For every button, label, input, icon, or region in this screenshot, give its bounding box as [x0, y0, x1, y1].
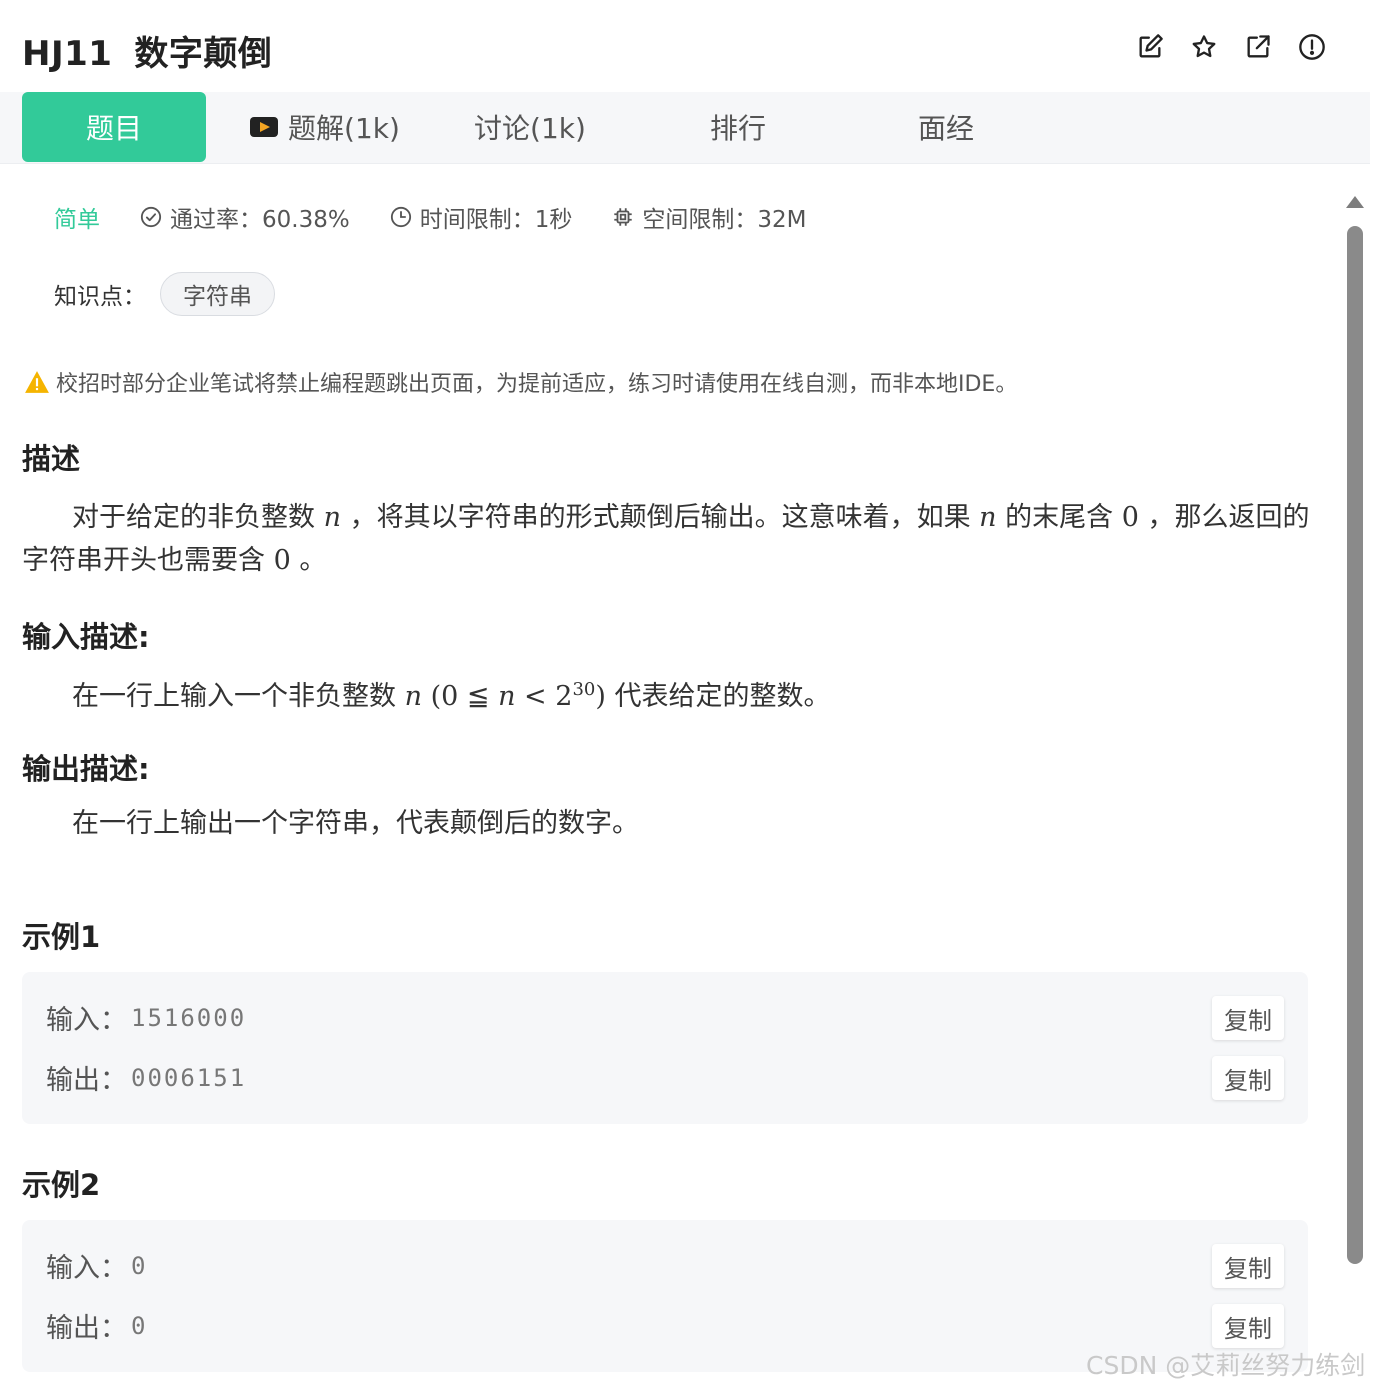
problem-meta: 简单 通过率：60.38% 时间限制：1秒 空间限制：32M [54, 200, 846, 234]
problem-header: HJ11 数字颠倒 [0, 0, 1370, 92]
difficulty-badge: 简单 [54, 207, 100, 233]
tab-discussion[interactable]: 讨论(1k) [470, 92, 590, 162]
problem-id: HJ11 [22, 34, 113, 74]
external-link-icon[interactable] [1244, 33, 1272, 61]
copy-output-button[interactable]: 复制 [1212, 1304, 1284, 1348]
tab-label: 面经 [917, 112, 974, 145]
example-input-value[interactable]: 1516000 [131, 1004, 246, 1032]
check-circle-icon [140, 206, 162, 228]
pass-rate-text: 通过率：60.38% [170, 207, 350, 233]
knowledge-tag[interactable]: 字符串 [160, 272, 275, 316]
tab-ranking[interactable]: 排行 [700, 92, 776, 162]
tab-interview[interactable]: 面经 [908, 92, 984, 162]
report-icon[interactable] [1298, 33, 1326, 61]
star-icon[interactable] [1190, 33, 1218, 61]
tab-label: 题目 [85, 112, 142, 145]
knowledge-label: 知识点： [54, 284, 146, 310]
header-actions [1136, 33, 1326, 61]
clock-icon [390, 206, 411, 228]
time-limit: 时间限制：1秒 [390, 200, 573, 234]
problem-title: 数字颠倒 [134, 34, 273, 74]
example-2-title: 示例2 [22, 1168, 101, 1202]
example-1-box: 输入： 1516000 复制 输出： 0006151 复制 [22, 972, 1308, 1124]
tab-solutions[interactable]: 题解(1k) [250, 92, 400, 162]
page-title: HJ11 数字颠倒 [22, 26, 272, 75]
example-input-value[interactable]: 0 [131, 1252, 147, 1280]
example-input-row: 输入： 1516000 [46, 998, 246, 1037]
tab-label: 题解(1k) [288, 112, 400, 145]
example-output-value[interactable]: 0 [131, 1312, 147, 1340]
input-desc-title: 输入描述: [22, 620, 150, 654]
chip-icon [614, 208, 633, 226]
copy-input-button[interactable]: 复制 [1212, 996, 1284, 1040]
memory-limit: 空间限制：32M [612, 200, 806, 234]
output-label: 输出： [46, 1313, 127, 1344]
tab-label: 排行 [709, 112, 766, 145]
knowledge-points: 知识点： 字符串 [54, 272, 275, 316]
exam-warning: 校招时部分企业笔试将禁止编程题跳出页面，为提前适应，练习时请使用在线自测，而非本… [24, 366, 1017, 398]
problem-page: HJ11 数字颠倒 题目 题解(1k) 讨论(1k) 排行 面经 简单 通过率：… [0, 0, 1370, 1386]
input-desc-text: 在一行上输入一个非负整数 n (0 ≦ n < 230) 代表给定的整数。 [72, 679, 831, 712]
description-text: 对于给定的非负整数 n ，将其以字符串的形式颠倒后输出。这意味着，如果 n 的末… [22, 502, 1310, 576]
scrollbar-thumb[interactable] [1347, 226, 1363, 1264]
scroll-up-arrow[interactable] [1346, 196, 1364, 208]
edit-icon[interactable] [1136, 33, 1164, 61]
example-input-row: 输入： 0 [46, 1246, 147, 1285]
tab-bar: 题目 题解(1k) 讨论(1k) 排行 面经 [0, 92, 1370, 164]
example-output-row: 输出： 0006151 [46, 1058, 246, 1097]
copy-output-button[interactable]: 复制 [1212, 1056, 1284, 1100]
output-label: 输出： [46, 1065, 127, 1096]
warning-text: 校招时部分企业笔试将禁止编程题跳出页面，为提前适应，练习时请使用在线自测，而非本… [56, 372, 1018, 397]
output-desc-title: 输出描述: [22, 752, 150, 786]
example-1-title: 示例1 [22, 920, 101, 954]
description-title: 描述 [22, 442, 81, 476]
example-output-value[interactable]: 0006151 [131, 1064, 246, 1092]
video-icon [250, 117, 279, 137]
tab-label: 讨论(1k) [474, 112, 586, 145]
example-output-row: 输出： 0 [46, 1306, 147, 1345]
warning-icon [25, 371, 49, 393]
input-label: 输入： [46, 1005, 127, 1036]
output-desc-text: 在一行上输出一个字符串，代表颠倒后的数字。 [72, 808, 639, 839]
watermark: CSDN @艾莉丝努力练剑 [1086, 1351, 1366, 1380]
pass-rate: 通过率：60.38% [140, 200, 350, 234]
memory-limit-text: 空间限制：32M [642, 207, 807, 233]
tab-problem[interactable]: 题目 [22, 92, 206, 162]
input-label: 输入： [46, 1253, 127, 1284]
copy-input-button[interactable]: 复制 [1212, 1244, 1284, 1288]
time-limit-text: 时间限制：1秒 [419, 207, 573, 233]
